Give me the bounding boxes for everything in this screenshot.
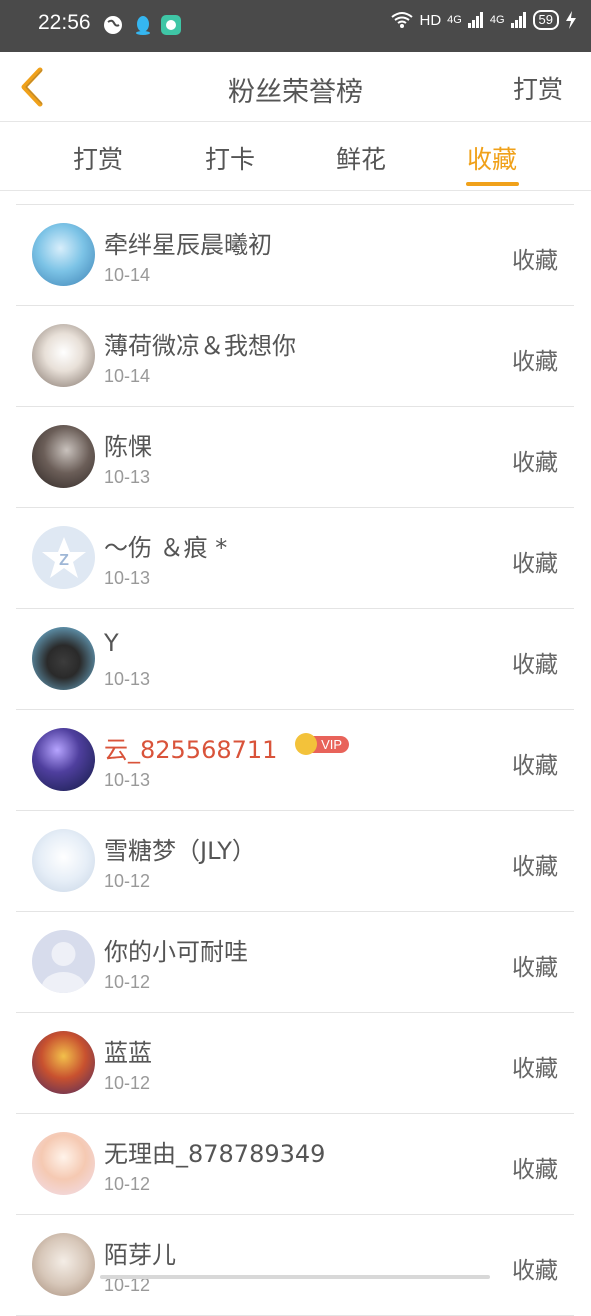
- user-name: 陈惈: [104, 433, 152, 461]
- avatar: [32, 1132, 95, 1195]
- avatar: [32, 223, 95, 286]
- avatar: [32, 627, 95, 690]
- user-name: 无理由_878789349: [104, 1140, 326, 1168]
- action-label: 收藏: [512, 652, 558, 678]
- action-label: 收藏: [512, 349, 558, 375]
- signal-bars-icon: [467, 12, 483, 28]
- action-label: 收藏: [512, 753, 558, 779]
- date-label: 10-12: [104, 1174, 151, 1194]
- tab-reward[interactable]: 打赏: [58, 140, 138, 176]
- list-item[interactable]: 陈惈 10-13 收藏: [16, 407, 574, 508]
- default-person-avatar-icon: [41, 942, 86, 993]
- user-name: 薄荷微凉＆我想你: [104, 332, 296, 360]
- action-label: 收藏: [512, 1157, 558, 1183]
- user-name-text: 云_825568711: [104, 736, 278, 764]
- tab-flowers[interactable]: 鲜花: [321, 140, 401, 176]
- action-label: 收藏: [512, 248, 558, 274]
- vip-badge: VIP: [295, 733, 350, 755]
- reward-button[interactable]: 打赏: [513, 70, 563, 106]
- action-label: 收藏: [512, 955, 558, 981]
- avatar: [32, 425, 95, 488]
- date-label: 10-14: [104, 366, 151, 386]
- avatar: [32, 829, 95, 892]
- avatar: Z: [32, 526, 95, 589]
- app-notification-icon: [161, 15, 181, 35]
- fan-list: 牵绊星辰晨曦初 10-14 收藏 薄荷微凉＆我想你 10-14 收藏 陈惈 10…: [16, 204, 574, 1316]
- action-label: 收藏: [512, 1056, 558, 1082]
- crown-icon: [295, 733, 318, 755]
- action-label: 收藏: [512, 450, 558, 476]
- avatar: [32, 324, 95, 387]
- default-z-avatar-icon: Z: [41, 536, 86, 578]
- date-label: 10-13: [104, 770, 151, 790]
- signal-label-1: 4G: [447, 14, 462, 26]
- avatar: [32, 1031, 95, 1094]
- status-time: 22:56: [38, 11, 91, 34]
- charging-icon: [566, 11, 576, 29]
- list-item[interactable]: 云_825568711 VIP 10-13 收藏: [16, 710, 574, 811]
- page-title: 粉丝荣誉榜: [228, 77, 363, 108]
- list-item[interactable]: 你的小可耐哇 10-12 收藏: [16, 912, 574, 1013]
- list-item[interactable]: Z ～伤 ＆痕 * 10-13 收藏: [16, 508, 574, 609]
- signal-bars-icon: [510, 12, 526, 28]
- network-label: HD: [419, 11, 442, 29]
- date-label: 10-13: [104, 669, 151, 689]
- active-tab-indicator: [466, 182, 519, 186]
- tab-bar: 打赏 打卡 鲜花 收藏: [0, 122, 591, 191]
- battery-level: 59: [532, 10, 559, 30]
- user-name: Y: [104, 629, 119, 657]
- user-name-vip: 云_825568711 VIP: [104, 730, 350, 765]
- action-label: 收藏: [512, 854, 558, 880]
- list-item[interactable]: 蓝蓝 10-12 收藏: [16, 1013, 574, 1114]
- action-label: 收藏: [512, 551, 558, 577]
- date-label: 10-12: [104, 871, 151, 891]
- globe-icon: [104, 16, 122, 34]
- user-name: 牵绊星辰晨曦初: [104, 231, 272, 259]
- horizontal-scroll-indicator: [100, 1275, 490, 1279]
- user-name: 雪糖梦（JLY）: [104, 837, 256, 865]
- user-name: 蓝蓝: [104, 1039, 152, 1067]
- list-item[interactable]: 薄荷微凉＆我想你 10-14 收藏: [16, 306, 574, 407]
- date-label: 10-14: [104, 265, 151, 285]
- avatar: [32, 728, 95, 791]
- nav-bar: 粉丝荣誉榜 打赏: [0, 52, 591, 122]
- list-item[interactable]: Y 10-13 收藏: [16, 609, 574, 710]
- list-item[interactable]: 无理由_878789349 10-12 收藏: [16, 1114, 574, 1215]
- qq-icon: [136, 16, 150, 35]
- status-bar: 22:56 HD 4G 4G 59: [0, 0, 591, 52]
- date-label: 10-12: [104, 972, 151, 992]
- signal-label-2: 4G: [489, 14, 505, 26]
- date-label: 10-13: [104, 467, 151, 487]
- list-item[interactable]: 陌芽儿 10-12 收藏: [16, 1215, 574, 1316]
- wifi-icon: [391, 12, 414, 28]
- date-label: 10-13: [104, 568, 151, 588]
- avatar: [32, 1233, 95, 1296]
- tab-favorites[interactable]: 收藏: [452, 140, 532, 176]
- list-item[interactable]: 雪糖梦（JLY） 10-12 收藏: [16, 811, 574, 912]
- avatar: [32, 930, 95, 993]
- status-right-cluster: HD 4G 4G 59: [391, 10, 577, 30]
- user-name: 你的小可耐哇: [104, 938, 248, 966]
- list-item[interactable]: 牵绊星辰晨曦初 10-14 收藏: [16, 205, 574, 306]
- user-name: 陌芽儿: [104, 1241, 176, 1269]
- svg-text:Z: Z: [59, 552, 69, 569]
- date-label: 10-12: [104, 1073, 151, 1093]
- tab-checkin[interactable]: 打卡: [190, 140, 270, 176]
- user-name: ～伤 ＆痕 *: [104, 534, 228, 562]
